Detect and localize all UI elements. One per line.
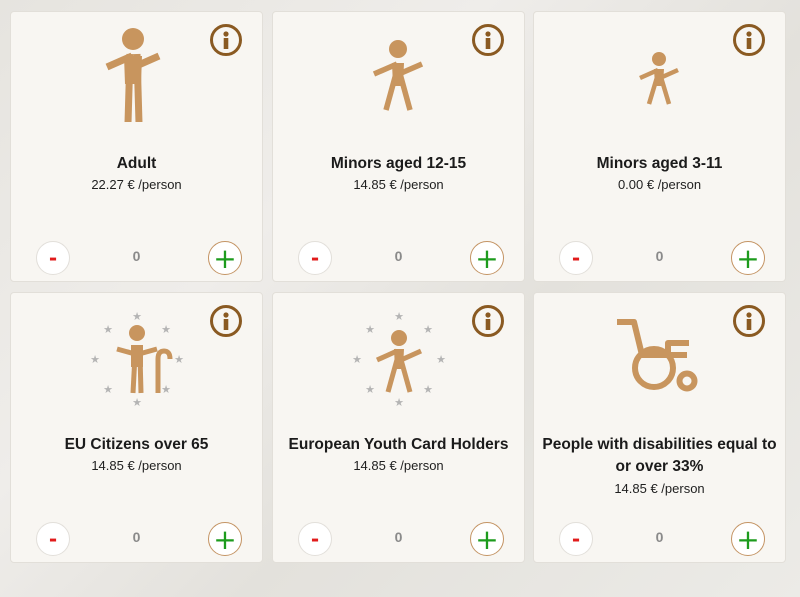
svg-text:★: ★ <box>423 383 433 396</box>
ticket-price: 14.85 € /person <box>614 481 705 496</box>
svg-text:★: ★ <box>365 383 375 396</box>
svg-text:★: ★ <box>352 353 362 366</box>
increase-button[interactable]: + <box>208 241 242 275</box>
quantity-stepper: - 0 + <box>11 522 262 556</box>
svg-text:★: ★ <box>436 353 446 366</box>
decrease-button[interactable]: - <box>559 522 593 556</box>
ticket-card-eu-over-65: ★ ★ ★ ★ ★ ★ ★ ★ EU Citizens over 65 14.8… <box>10 292 263 563</box>
svg-text:★: ★ <box>161 323 171 336</box>
decrease-button[interactable]: - <box>298 241 332 275</box>
ticket-card-minors-12-15: Minors aged 12-15 14.85 € /person - 0 + <box>272 11 525 282</box>
ticket-price: 0.00 € /person <box>617 177 702 192</box>
ticket-price: 14.85 € /person <box>353 458 444 473</box>
quantity-value: 0 <box>655 529 664 545</box>
svg-text:★: ★ <box>103 323 113 336</box>
svg-text:★: ★ <box>161 383 171 396</box>
decrease-button[interactable]: - <box>36 522 70 556</box>
increase-button[interactable]: + <box>208 522 242 556</box>
increase-button[interactable]: + <box>470 522 504 556</box>
info-icon[interactable] <box>210 305 242 337</box>
svg-text:★: ★ <box>132 310 142 323</box>
info-icon[interactable] <box>733 305 765 337</box>
decrease-button[interactable]: - <box>559 241 593 275</box>
info-icon[interactable] <box>472 305 504 337</box>
svg-text:★: ★ <box>132 396 142 409</box>
ticket-price: 14.85 € /person <box>91 458 182 473</box>
decrease-button[interactable]: - <box>36 241 70 275</box>
ticket-price: 14.85 € /person <box>353 177 444 192</box>
ticket-title: Minors aged 3-11 <box>596 155 723 172</box>
svg-text:★: ★ <box>394 396 404 409</box>
svg-text:★: ★ <box>174 353 184 366</box>
svg-text:★: ★ <box>103 383 113 396</box>
ticket-title: Adult <box>116 155 157 172</box>
increase-button[interactable]: + <box>470 241 504 275</box>
svg-text:★: ★ <box>394 310 404 323</box>
quantity-stepper: - 0 + <box>11 241 262 275</box>
decrease-button[interactable]: - <box>298 522 332 556</box>
ticket-card-adult: Adult 22.27 € /person - 0 + <box>10 11 263 282</box>
ticket-card-disabilities: People with disabilities equal to or ove… <box>533 292 786 563</box>
ticket-title: European Youth Card Holders <box>288 436 509 453</box>
quantity-value: 0 <box>132 529 141 545</box>
ticket-card-minors-3-11: Minors aged 3-11 0.00 € /person - 0 + <box>533 11 786 282</box>
ticket-price: 22.27 € /person <box>91 177 182 192</box>
info-icon[interactable] <box>733 24 765 56</box>
quantity-stepper: - 0 + <box>534 522 785 556</box>
quantity-value: 0 <box>655 248 664 264</box>
svg-text:★: ★ <box>423 323 433 336</box>
quantity-stepper: - 0 + <box>534 241 785 275</box>
ticket-title: People with disabilities equal to or ove… <box>542 436 777 475</box>
increase-button[interactable]: + <box>731 241 765 275</box>
svg-text:★: ★ <box>90 353 100 366</box>
quantity-stepper: - 0 + <box>273 241 524 275</box>
quantity-value: 0 <box>394 248 403 264</box>
quantity-value: 0 <box>394 529 403 545</box>
ticket-grid: Adult 22.27 € /person - 0 + Minors aged … <box>0 0 800 597</box>
svg-text:★: ★ <box>365 323 375 336</box>
quantity-value: 0 <box>132 248 141 264</box>
info-icon[interactable] <box>210 24 242 56</box>
info-icon[interactable] <box>472 24 504 56</box>
ticket-title: Minors aged 12-15 <box>330 155 467 172</box>
quantity-stepper: - 0 + <box>273 522 524 556</box>
ticket-card-youth-card: ★ ★ ★ ★ ★ ★ ★ ★ European Youth Card Hold… <box>272 292 525 563</box>
increase-button[interactable]: + <box>731 522 765 556</box>
ticket-title: EU Citizens over 65 <box>64 436 209 453</box>
